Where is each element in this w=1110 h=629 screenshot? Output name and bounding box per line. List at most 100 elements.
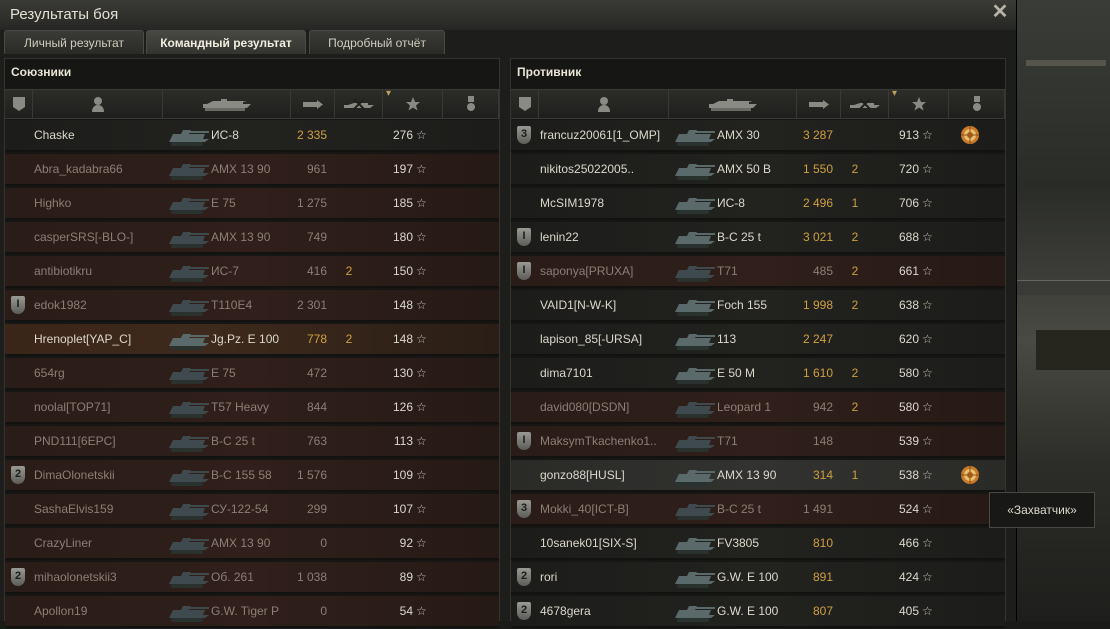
experience-value: 148	[392, 332, 413, 346]
player-row[interactable]: SashaElvis159 СУ-122-54 299 107 ☆	[5, 494, 499, 526]
player-row[interactable]: 2 4678gera G.W. E 100 807 405 ☆	[511, 596, 1005, 628]
player-row[interactable]: dima7101 E 50 M1 610 2 580 ☆	[511, 358, 1005, 390]
header-damage-column[interactable]	[291, 90, 335, 118]
damage-value: 1 038	[296, 570, 327, 584]
star-icon: ☆	[922, 366, 933, 380]
player-row[interactable]: CrazyLiner AMX 13 90 0 92 ☆	[5, 528, 499, 560]
player-row[interactable]: McSIM1978 ИС-8 2 496 1 706 ☆	[511, 188, 1005, 220]
player-row[interactable]: Abra_kadabra66 AMX 13 90 961 197 ☆	[5, 154, 499, 186]
tank-icon	[675, 606, 715, 622]
player-row[interactable]: casperSRS[-BLO-] AMX 13 90 749 180 ☆	[5, 222, 499, 254]
experience-value: 580	[898, 400, 919, 414]
experience-value: 661	[898, 264, 919, 278]
kills-value: 2	[851, 298, 859, 312]
player-row[interactable]: 3 Mokki_40[ICT-B] B-C 25 t1 491 524 ☆	[511, 494, 1005, 526]
damage-column-icon	[808, 100, 829, 109]
player-row[interactable]: Isaponya[PRUXA] T71 485 2 661 ☆	[511, 256, 1005, 288]
tank-icon	[169, 606, 209, 622]
player-row[interactable]: 2 rori G.W. E 100 891 424 ☆	[511, 562, 1005, 594]
header-badge-column[interactable]	[5, 90, 33, 118]
tank-icon	[675, 266, 715, 282]
player-name: Hrenoplet[YAP_C]	[34, 332, 132, 346]
damage-value: 0	[320, 536, 327, 550]
kills-value: 2	[851, 162, 859, 176]
tank-icon	[169, 198, 209, 214]
damage-value: 314	[812, 468, 833, 482]
player-row[interactable]: Hrenoplet[YAP_C] Jg.Pz. E 100 778 2 148 ☆	[5, 324, 499, 356]
kills-value: 1	[851, 196, 859, 210]
header-vehicle-column[interactable]	[669, 90, 797, 118]
header-kills-column[interactable]	[335, 90, 383, 118]
player-row[interactable]: david080[DSDN] Leopard 1 942 2 580 ☆	[511, 392, 1005, 424]
close-icon[interactable]: ✕	[990, 2, 1010, 22]
medal-icon[interactable]	[959, 464, 981, 486]
damage-value: 2 301	[296, 298, 327, 312]
class-badge-icon: 2	[517, 602, 531, 620]
star-icon: ☆	[416, 570, 427, 584]
player-row[interactable]: Iedok1982 T110E4 2 301 148 ☆	[5, 290, 499, 322]
player-row[interactable]: Ilenin22 B-C 25 t3 021 2 688 ☆	[511, 222, 1005, 254]
star-icon: ☆	[922, 196, 933, 210]
kills-value: 2	[851, 366, 859, 380]
player-row[interactable]: Apollon19 G.W. Tiger P 0 54 ☆	[5, 596, 499, 628]
player-row[interactable]: 3 francuz20061[1_OMP] AMX 30 3 287 913 ☆	[511, 120, 1005, 152]
header-player-column[interactable]	[539, 90, 669, 118]
tank-icon	[675, 368, 715, 384]
damage-value: 1 610	[802, 366, 833, 380]
badge-column-icon	[12, 97, 25, 111]
damage-value: 763	[306, 434, 327, 448]
header-player-column[interactable]	[33, 90, 163, 118]
player-row[interactable]: I MaksymTkachenko1.. T71 148 539 ☆	[511, 426, 1005, 458]
star-icon: ☆	[416, 264, 427, 278]
header-vehicle-column[interactable]	[163, 90, 291, 118]
player-row[interactable]: Chaske ИС-8 2 335 276 ☆	[5, 120, 499, 152]
medal-icon[interactable]	[959, 124, 981, 146]
player-row[interactable]: noolal[TOP71] T57 Heavy 844 126 ☆	[5, 392, 499, 424]
header-damage-column[interactable]	[797, 90, 841, 118]
experience-value: 524	[898, 502, 919, 516]
kills-value: 2	[345, 332, 353, 346]
kills-value: 2	[851, 400, 859, 414]
player-row[interactable]: 2 DimaOlonetskii B-C 155 58 1 576 109 ☆	[5, 460, 499, 492]
player-row[interactable]: Highko E 75 1 275 185 ☆	[5, 188, 499, 220]
player-column-icon	[91, 97, 104, 112]
damage-value: 2 335	[296, 128, 327, 142]
player-row[interactable]: 10sanek01[SIX-S] FV3805 810 466 ☆	[511, 528, 1005, 560]
player-name: saponya[PRUXA]	[540, 264, 634, 278]
header-medals-column[interactable]	[949, 90, 1005, 118]
tank-icon	[675, 232, 715, 248]
tank-icon	[169, 164, 209, 180]
kills-value: 2	[851, 264, 859, 278]
experience-value: 538	[898, 468, 919, 482]
damage-value: 3 021	[802, 230, 833, 244]
tank-image	[167, 190, 211, 216]
star-icon: ☆	[922, 298, 933, 312]
player-row[interactable]: PND111[6EPC] B-C 25 t 763 113 ☆	[5, 426, 499, 458]
tab-team-result[interactable]: Командный результат	[146, 30, 306, 54]
player-row[interactable]: 654rg E 75 472 130 ☆	[5, 358, 499, 390]
kills-value	[335, 120, 363, 150]
tank-image	[673, 496, 717, 522]
player-row[interactable]: VAID1[N-W-K] Foch 155 1 998 2 638 ☆	[511, 290, 1005, 322]
battle-results-window: Результаты боя ✕ Личный результат Команд…	[0, 0, 1017, 628]
player-row[interactable]: gonzo88[HUSL] AMX 13 90 314 1 538 ☆	[511, 460, 1005, 492]
kills-value	[335, 562, 363, 592]
tank-image	[673, 292, 717, 318]
header-medals-column[interactable]	[443, 90, 499, 118]
tank-image	[673, 360, 717, 386]
header-badge-column[interactable]	[511, 90, 539, 118]
experience-value: 706	[898, 196, 919, 210]
header-kills-column[interactable]	[841, 90, 889, 118]
tank-image	[673, 190, 717, 216]
player-row[interactable]: antibiotikru ИС-7 416 2 150 ☆	[5, 256, 499, 288]
header-experience-column[interactable]: ▾	[889, 88, 949, 118]
star-icon: ☆	[922, 502, 933, 516]
tab-personal-result[interactable]: Личный результат	[4, 30, 144, 54]
class-badge-icon: I	[517, 432, 531, 450]
player-row[interactable]: nikitos25022005.. AMX 50 B1 550 2 720 ☆	[511, 154, 1005, 186]
tab-detailed-report[interactable]: Подробный отчёт	[309, 30, 445, 54]
header-experience-column[interactable]: ▾	[383, 88, 443, 118]
player-row[interactable]: lapison_85[-URSA] 113 2 247 620 ☆	[511, 324, 1005, 356]
damage-value: 778	[306, 332, 327, 346]
player-row[interactable]: 2 mihaolonetskii3 Об. 261 1 038 89 ☆	[5, 562, 499, 594]
